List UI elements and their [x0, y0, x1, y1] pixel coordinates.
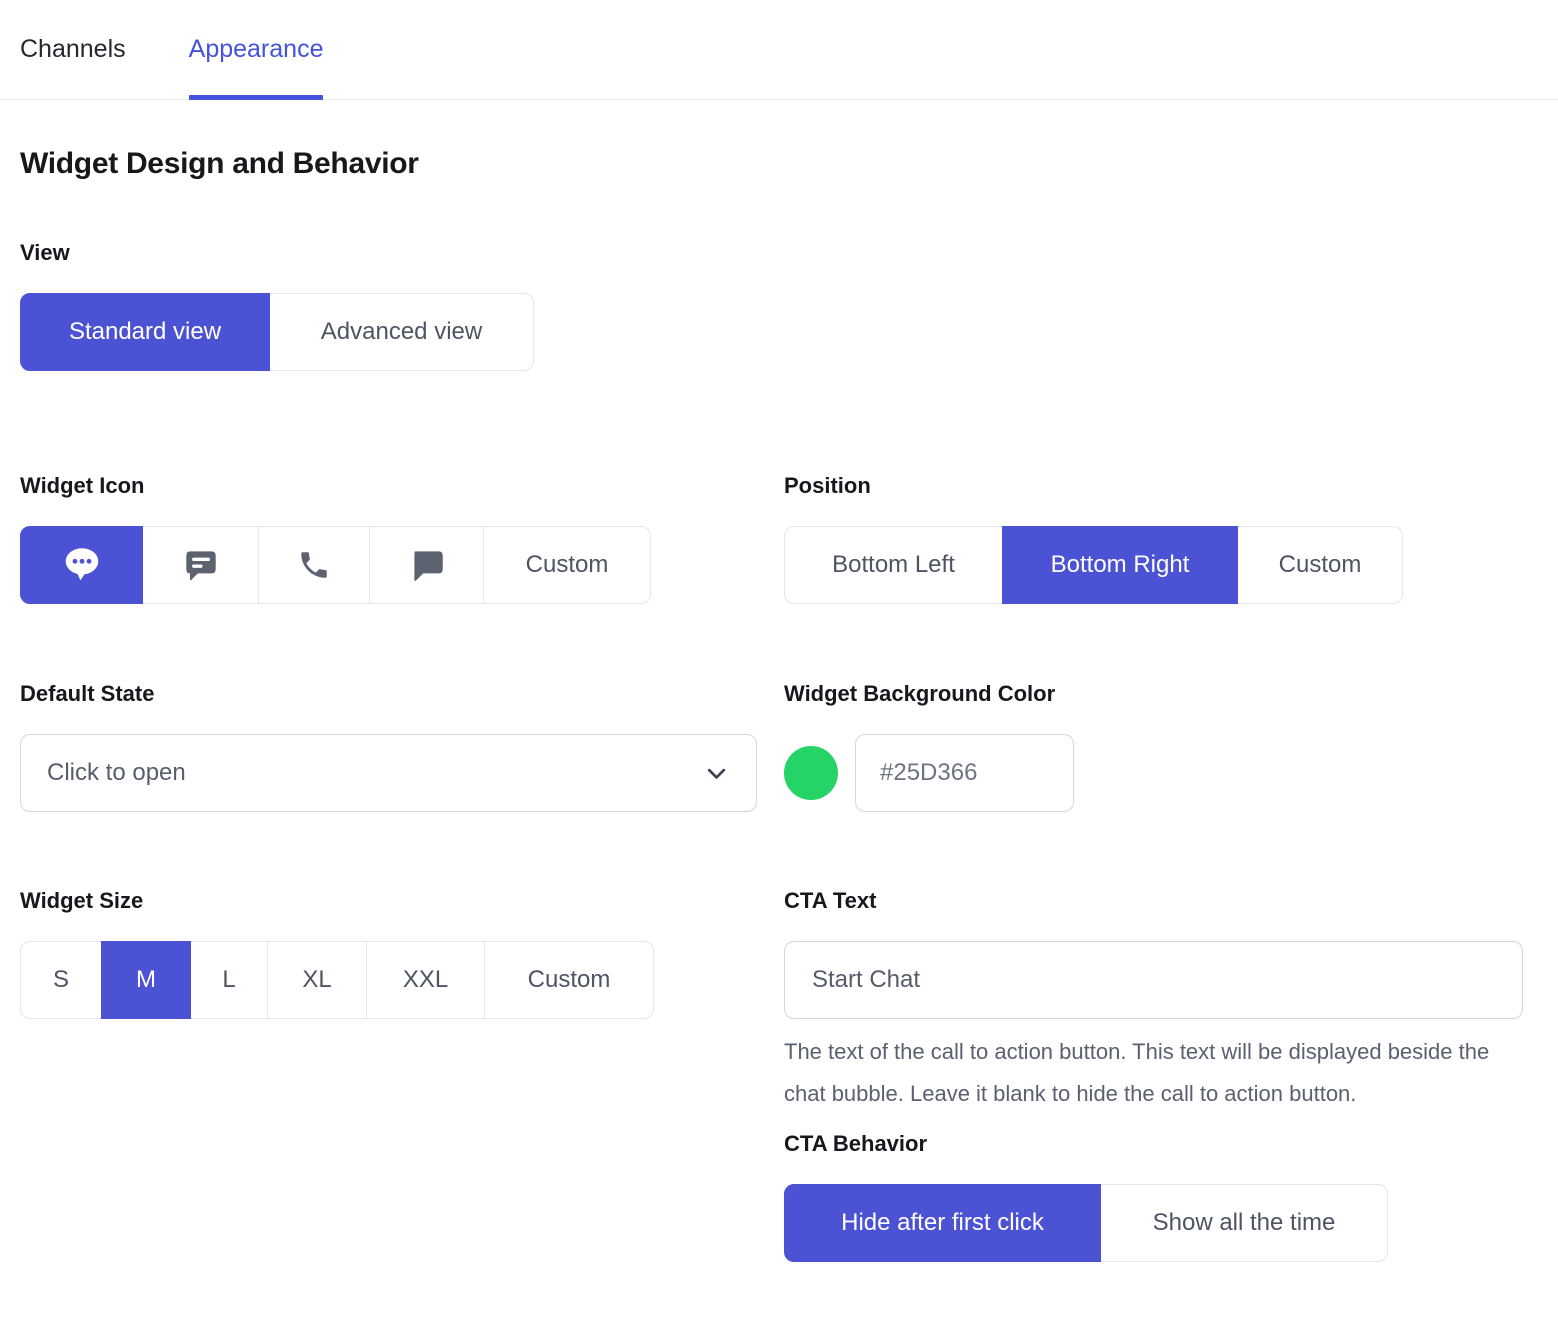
position-option-bottom-left-label: Bottom Left	[832, 551, 955, 579]
widget-icon-option-chat-sharp[interactable]	[369, 526, 484, 604]
view-option-standard-label: Standard view	[69, 318, 221, 346]
position-option-custom-label: Custom	[1279, 551, 1362, 579]
size-option-xl[interactable]: XL	[267, 941, 367, 1019]
default-state-section: Default State Click to open	[20, 681, 757, 812]
widget-icon-label: Widget Icon	[20, 473, 757, 499]
background-color-label: Widget Background Color	[784, 681, 1523, 707]
background-color-controls	[784, 734, 1523, 812]
cta-behavior-label: CTA Behavior	[784, 1131, 1523, 1157]
tab-channels[interactable]: Channels	[20, 0, 126, 99]
chat-sharp-icon	[406, 544, 448, 586]
widget-icon-option-chat-dots[interactable]	[20, 526, 143, 604]
view-option-advanced-label: Advanced view	[321, 318, 482, 346]
color-swatch[interactable]	[784, 746, 838, 800]
widget-icon-option-custom[interactable]: Custom	[483, 526, 651, 604]
widget-icon-option-phone[interactable]	[258, 526, 370, 604]
widget-size-group: S M L XL XXL Custom	[20, 941, 757, 1019]
size-option-xxl-label: XXL	[403, 966, 448, 994]
view-toggle-group: Standard view Advanced view	[20, 293, 1538, 371]
size-option-xxl[interactable]: XXL	[366, 941, 485, 1019]
chat-dots-icon	[60, 544, 104, 586]
page-title: Widget Design and Behavior	[20, 147, 1538, 181]
size-option-xl-label: XL	[302, 966, 331, 994]
view-label: View	[20, 240, 1538, 266]
widget-icon-section: Widget Icon	[20, 473, 757, 604]
widget-size-section: Widget Size S M L XL XXL	[20, 888, 757, 1019]
settings-content: Widget Design and Behavior View Standard…	[0, 147, 1558, 1262]
view-option-standard[interactable]: Standard view	[20, 293, 270, 371]
hex-color-input[interactable]	[855, 734, 1074, 812]
size-option-s-label: S	[53, 966, 69, 994]
position-group: Bottom Left Bottom Right Custom	[784, 526, 1523, 604]
chat-lines-icon	[180, 544, 222, 586]
size-option-m-label: M	[136, 966, 156, 994]
position-option-bottom-left[interactable]: Bottom Left	[784, 526, 1003, 604]
cta-section: CTA Text The text of the call to action …	[784, 888, 1523, 1262]
view-option-advanced[interactable]: Advanced view	[269, 293, 534, 371]
cta-behavior-option-show-label: Show all the time	[1153, 1209, 1336, 1237]
cta-behavior-option-hide[interactable]: Hide after first click	[784, 1184, 1101, 1262]
size-option-custom[interactable]: Custom	[484, 941, 654, 1019]
size-option-m[interactable]: M	[101, 941, 191, 1019]
cta-text-label: CTA Text	[784, 888, 1523, 914]
cta-text-input-wrap	[784, 941, 1523, 1019]
tab-bar: Channels Appearance	[0, 0, 1558, 100]
cta-text-input[interactable]	[784, 941, 1523, 1019]
cta-behavior-option-show[interactable]: Show all the time	[1100, 1184, 1388, 1262]
default-state-dropdown[interactable]: Click to open	[20, 734, 757, 812]
appearance-settings-page: Channels Appearance Widget Design and Be…	[0, 0, 1558, 1262]
position-option-bottom-right[interactable]: Bottom Right	[1002, 526, 1238, 604]
default-state-label: Default State	[20, 681, 757, 707]
tab-appearance[interactable]: Appearance	[189, 0, 324, 99]
size-option-l[interactable]: L	[190, 941, 268, 1019]
chevron-down-icon	[703, 760, 730, 787]
cta-text-help: The text of the call to action button. T…	[784, 1031, 1519, 1115]
size-option-l-label: L	[222, 966, 235, 994]
widget-icon-group: Custom	[20, 526, 757, 604]
cta-behavior-option-hide-label: Hide after first click	[841, 1209, 1044, 1237]
background-color-section: Widget Background Color	[784, 681, 1523, 812]
position-section: Position Bottom Left Bottom Right Custom	[784, 473, 1523, 604]
size-option-s[interactable]: S	[20, 941, 102, 1019]
phone-icon	[297, 548, 331, 582]
position-option-bottom-right-label: Bottom Right	[1051, 551, 1190, 579]
widget-size-label: Widget Size	[20, 888, 757, 914]
widget-icon-option-chat-lines[interactable]	[142, 526, 259, 604]
tab-appearance-label: Appearance	[189, 35, 324, 64]
widget-icon-custom-label: Custom	[526, 551, 609, 579]
position-label: Position	[784, 473, 1523, 499]
tab-channels-label: Channels	[20, 35, 126, 64]
position-option-custom[interactable]: Custom	[1237, 526, 1403, 604]
default-state-value: Click to open	[47, 759, 186, 787]
cta-behavior-group: Hide after first click Show all the time	[784, 1184, 1523, 1262]
size-option-custom-label: Custom	[528, 966, 611, 994]
